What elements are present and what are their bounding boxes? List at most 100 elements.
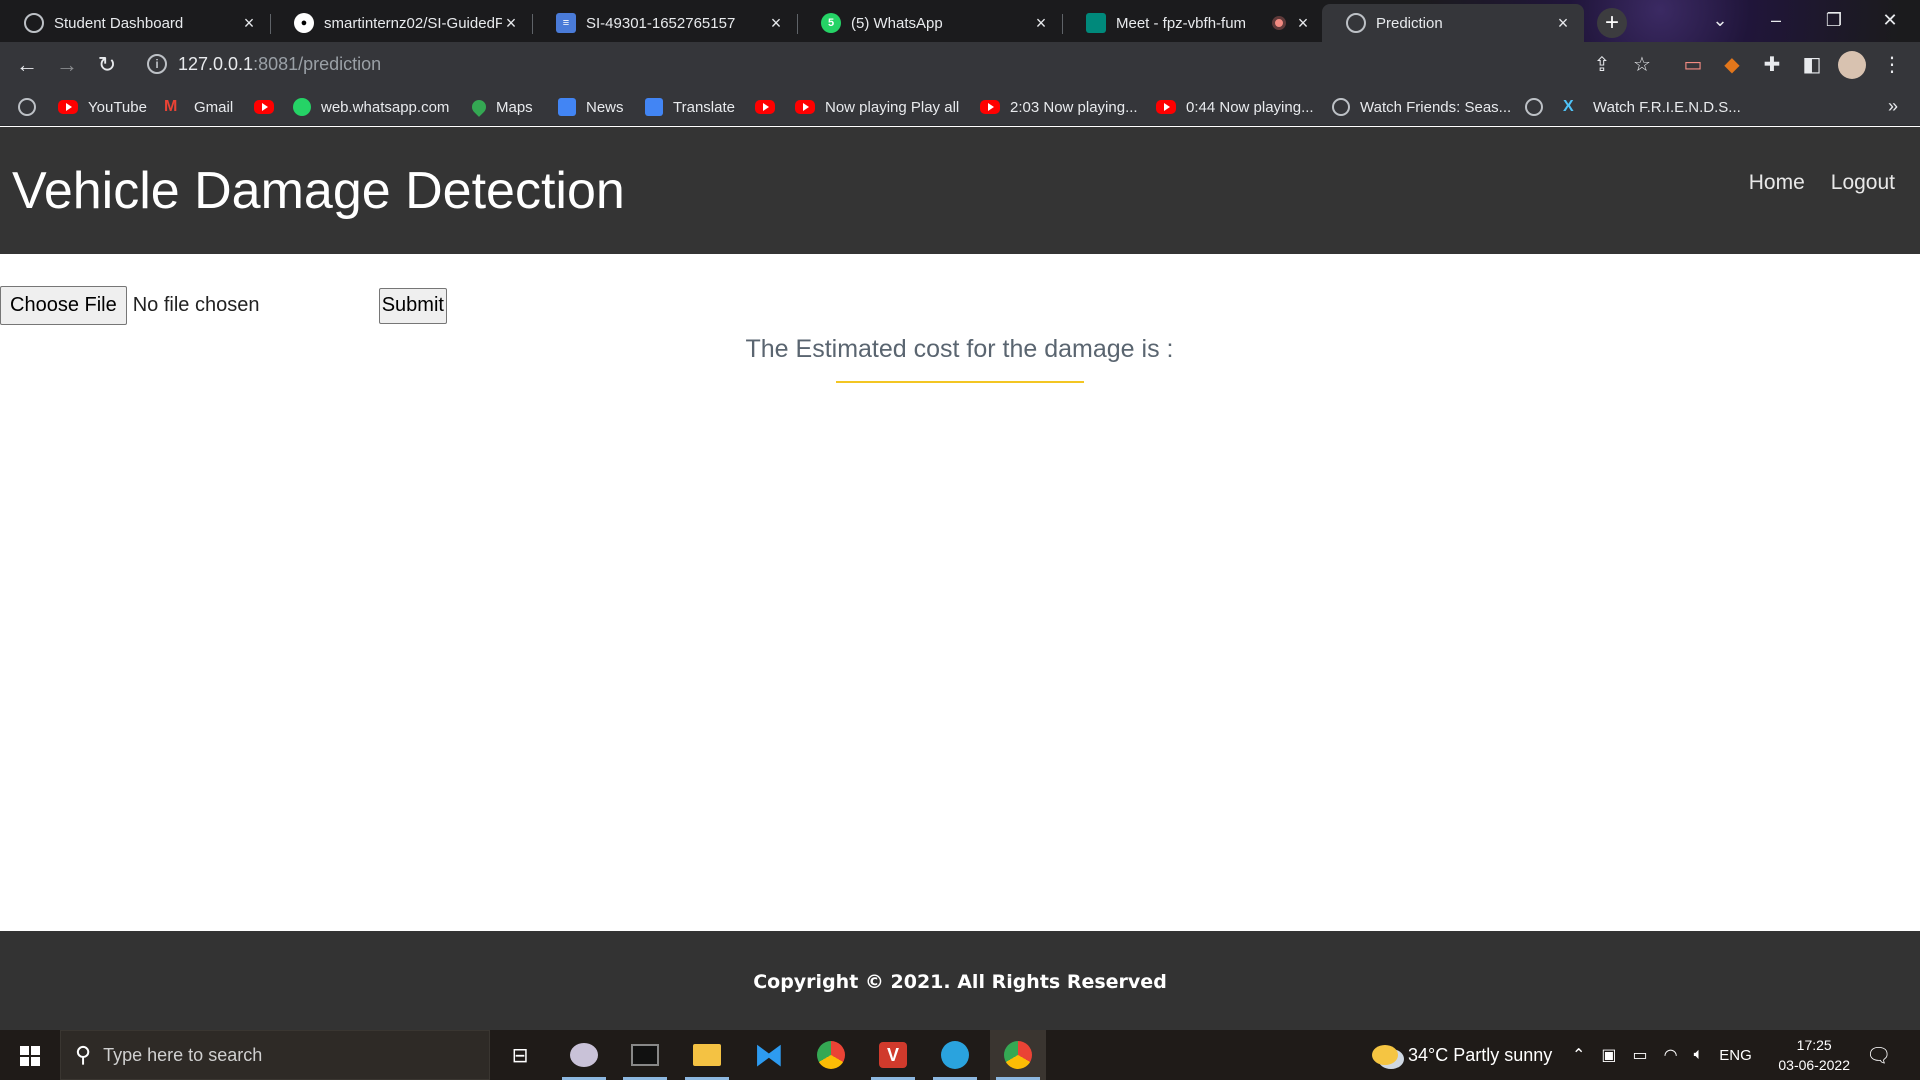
tab-search-icon[interactable]: ⌄	[1692, 0, 1748, 40]
bookmark-globe-2[interactable]	[1525, 96, 1553, 118]
bookmark-label: Now playing Play all	[825, 98, 960, 116]
taskbar-search-placeholder: Type here to search	[103, 1044, 263, 1065]
close-tab-icon[interactable]: ×	[240, 13, 258, 34]
bookmark-translate[interactable]: Translate	[645, 96, 735, 118]
bookmark-whatsapp[interactable]: web.whatsapp.com	[293, 96, 449, 118]
bookmark-youtube-3[interactable]	[755, 96, 785, 118]
submit-button[interactable]: Submit	[378, 287, 447, 324]
battery-icon[interactable]: ▭	[1633, 1045, 1648, 1065]
site-footer: Copyright © 2021. All Rights Reserved	[0, 931, 1920, 1031]
nav-home-link[interactable]: Home	[1749, 171, 1805, 195]
close-tab-icon[interactable]: ×	[1294, 13, 1312, 34]
menu-icon[interactable]: ⋮	[1878, 51, 1906, 79]
minimize-button[interactable]: –	[1748, 0, 1804, 40]
tab-docs[interactable]: ≡ SI-49301-1652765157 ×	[532, 4, 798, 42]
document-icon: ≡	[556, 13, 576, 33]
tab-github[interactable]: ● smartinternz02/SI-GuidedP ×	[270, 4, 533, 42]
vscode-icon: ⧓	[754, 1038, 784, 1072]
side-panel-icon[interactable]: ◧	[1798, 51, 1826, 79]
new-tab-button[interactable]: +	[1597, 8, 1627, 38]
bookmark-now-playing-3[interactable]: 0:44 Now playing...	[1156, 96, 1314, 118]
bookmark-now-playing-2[interactable]: 2:03 Now playing...	[980, 96, 1138, 118]
terminal-icon	[631, 1044, 659, 1066]
bookmark-friends[interactable]: Watch Friends: Seas...	[1332, 96, 1511, 118]
maps-pin-icon	[469, 97, 489, 117]
device-icon[interactable]: ▣	[1601, 1045, 1616, 1065]
taskbar-search-box[interactable]: ⚲ Type here to search	[60, 1030, 490, 1080]
restore-button[interactable]: ❐	[1806, 0, 1862, 40]
choose-file-button[interactable]: Choose File	[0, 286, 127, 325]
tab-meet[interactable]: Meet - fpz-vbfh-fum ×	[1062, 4, 1324, 42]
tab-title: SI-49301-1652765157	[586, 14, 736, 32]
youtube-icon	[755, 100, 775, 114]
taskbar-app-chrome-profile[interactable]	[990, 1030, 1046, 1080]
gmail-icon: M	[164, 98, 178, 115]
bookmark-label: Translate	[673, 98, 735, 116]
cast-icon[interactable]: ▭	[1679, 51, 1707, 79]
share-icon[interactable]: ⇪	[1588, 51, 1616, 79]
weather-icon	[1372, 1045, 1398, 1065]
bookmark-globe[interactable]	[18, 96, 46, 118]
telegram-icon	[941, 1041, 969, 1069]
tab-title: Student Dashboard	[54, 14, 184, 32]
app-v-icon: V	[879, 1042, 907, 1068]
bookmark-label: YouTube	[88, 98, 147, 116]
volume-icon[interactable]: 🔈︎	[1694, 1046, 1704, 1064]
weather-widget[interactable]: 34°C Partly sunny	[1372, 1030, 1552, 1080]
meet-icon	[1086, 13, 1106, 33]
tab-whatsapp[interactable]: 5 (5) WhatsApp ×	[797, 4, 1063, 42]
bookmark-youtube-2[interactable]	[254, 96, 284, 118]
taskbar-app-paint[interactable]	[556, 1030, 612, 1080]
more-bookmarks-button[interactable]: »	[1888, 96, 1898, 117]
site-nav: Home Logout	[1749, 171, 1895, 195]
forward-button[interactable]: →	[52, 50, 82, 80]
close-tab-icon[interactable]: ×	[1032, 13, 1050, 34]
chevron-up-icon[interactable]: ⌃	[1572, 1045, 1585, 1065]
bookmark-label: Watch F.R.I.E.N.D.S...	[1593, 98, 1741, 116]
chrome-icon	[1004, 1041, 1032, 1069]
close-tab-icon[interactable]: ×	[1554, 13, 1572, 34]
bookmark-news[interactable]: News	[558, 96, 624, 118]
notifications-icon[interactable]: 🗨︎	[1866, 1030, 1891, 1080]
recording-icon	[1272, 16, 1286, 30]
taskbar-app-terminal[interactable]	[617, 1030, 673, 1080]
bookmark-friends-2[interactable]: X Watch F.R.I.E.N.D.S...	[1563, 96, 1741, 118]
estimated-cost-text: The Estimated cost for the damage is :	[745, 335, 1174, 363]
bookmark-maps[interactable]: Maps	[469, 96, 533, 118]
bookmark-star-icon[interactable]: ☆	[1628, 51, 1656, 79]
whatsapp-icon: 5	[821, 13, 841, 33]
reload-button[interactable]: ↻	[92, 50, 122, 80]
close-tab-icon[interactable]: ×	[767, 13, 785, 34]
bookmark-youtube[interactable]: YouTube	[58, 96, 147, 118]
task-view-icon[interactable]: ⊟	[492, 1030, 548, 1080]
taskbar-app-chrome[interactable]	[803, 1030, 859, 1080]
site-info-icon[interactable]: i	[147, 54, 167, 74]
extensions-icon[interactable]: ✚	[1758, 51, 1786, 79]
metamask-icon[interactable]: ◆	[1718, 51, 1746, 79]
taskbar-clock[interactable]: 17:25 03-06-2022	[1778, 1035, 1850, 1075]
start-button[interactable]	[0, 1030, 60, 1080]
tab-student-dashboard[interactable]: Student Dashboard ×	[0, 4, 271, 42]
youtube-icon	[254, 100, 274, 114]
taskbar-app-explorer[interactable]	[679, 1030, 735, 1080]
nav-logout-link[interactable]: Logout	[1831, 171, 1895, 195]
close-window-button[interactable]: ✕	[1862, 0, 1918, 40]
bookmark-now-playing[interactable]: Now playing Play all	[795, 96, 959, 118]
globe-icon	[1525, 98, 1543, 116]
back-button[interactable]: ←	[12, 50, 42, 80]
close-tab-icon[interactable]: ×	[502, 13, 520, 34]
address-bar[interactable]: 127.0.0.1:8081/prediction	[178, 54, 381, 75]
tab-prediction[interactable]: Prediction ×	[1322, 4, 1584, 42]
profile-avatar[interactable]	[1838, 51, 1866, 79]
taskbar-app-telegram[interactable]	[927, 1030, 983, 1080]
clock-date: 03-06-2022	[1778, 1057, 1850, 1073]
file-status-text: No file chosen	[132, 294, 260, 316]
xk-icon: X	[1563, 98, 1574, 115]
wifi-icon[interactable]: ◠	[1664, 1045, 1678, 1065]
youtube-icon	[58, 100, 78, 114]
bookmark-gmail[interactable]: M Gmail	[164, 96, 233, 118]
taskbar-app-vivaldi[interactable]: V	[865, 1030, 921, 1080]
system-tray: ⌃ ▣ ▭ ◠ 🔈︎ ENG	[1572, 1030, 1752, 1080]
taskbar-app-vscode[interactable]: ⧓	[741, 1030, 797, 1080]
language-indicator[interactable]: ENG	[1719, 1047, 1752, 1064]
